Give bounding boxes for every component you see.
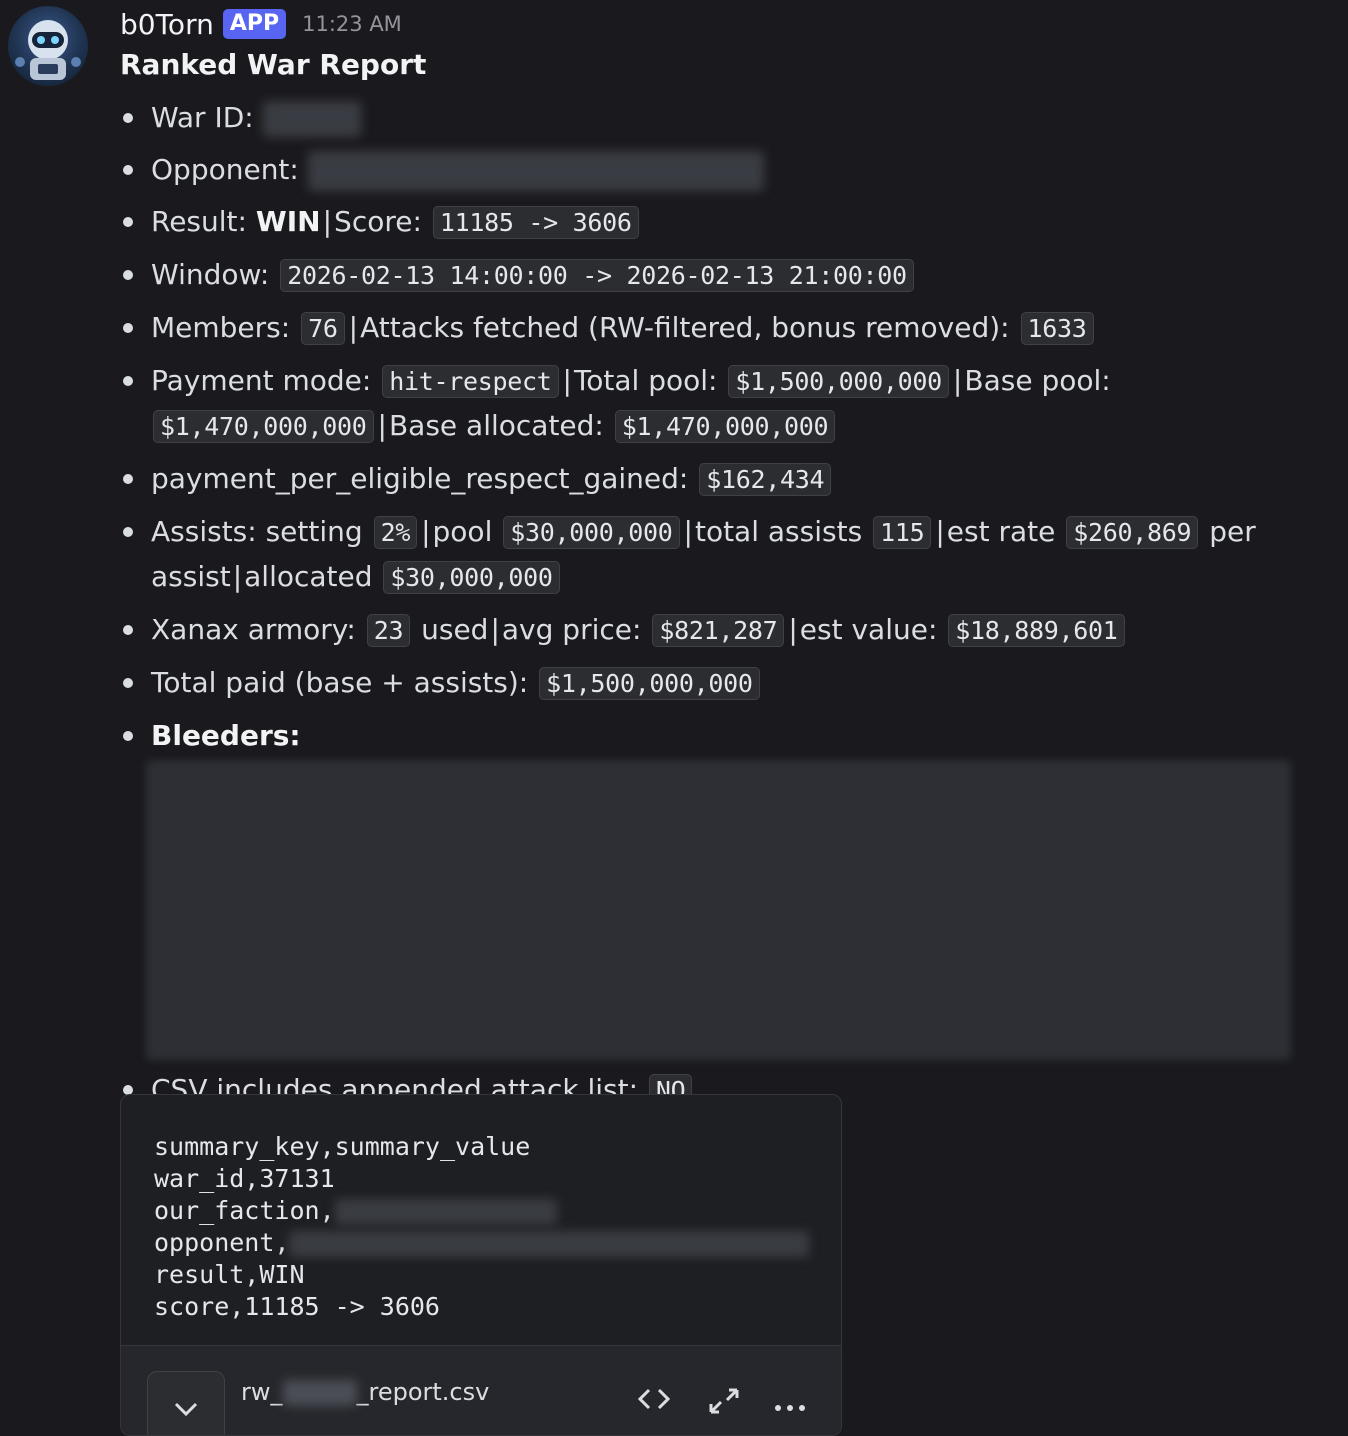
est-value-value: $18,889,601 <box>948 614 1125 647</box>
csv-preview-text: summary_key,summary_value war_id,37131 o… <box>154 1131 810 1323</box>
war-id-item: War ID: <box>120 96 1310 140</box>
allocated-value: $30,000,000 <box>383 561 560 594</box>
username[interactable]: b0Torn <box>120 8 214 41</box>
total-assists-value: 115 <box>873 516 932 549</box>
payment-per-respect-item: payment_per_eligible_respect_gained: $16… <box>120 457 1310 502</box>
bleeders-label: Bleeders: <box>151 719 301 752</box>
total-paid-item: Total paid (base + assists): $1,500,000,… <box>120 661 1310 706</box>
app-badge: APP <box>222 9 287 39</box>
xanax-item: Xanax armory: 23 used|avg price: $821,28… <box>120 608 1310 653</box>
bleeders-item: Bleeders: <box>120 714 1310 1060</box>
base-allocated-value: $1,470,000,000 <box>614 410 836 443</box>
more-icon[interactable] <box>773 1386 807 1423</box>
assists-pool-value: $30,000,000 <box>503 516 680 549</box>
base-pool-value: $1,470,000,000 <box>153 410 374 443</box>
chevron-down-icon[interactable] <box>147 1371 225 1435</box>
csv-attachment-preview[interactable]: summary_key,summary_value war_id,37131 o… <box>120 1094 842 1436</box>
redacted-opponent <box>307 151 764 191</box>
ppr-value: $162,434 <box>699 463 832 496</box>
message-header: b0Torn APP 11:23 AM <box>120 4 402 44</box>
report-title: Ranked War Report <box>120 48 427 81</box>
redacted-war-id <box>262 101 361 137</box>
members-value: 76 <box>301 312 345 345</box>
code-icon[interactable] <box>637 1386 671 1419</box>
est-rate-value: $260,869 <box>1066 516 1199 549</box>
redacted-faction <box>334 1199 557 1225</box>
attachment-bar: rw_ _report.csv <box>121 1345 841 1435</box>
redacted-filename-part <box>282 1380 357 1406</box>
window-item: Window: 2026-02-13 14:00:00 -> 2026-02-1… <box>120 253 1310 298</box>
bot-avatar[interactable] <box>8 6 88 86</box>
payment-item: Payment mode: hit-respect |Total pool: $1… <box>120 359 1310 449</box>
result-item: Result: WIN|Score: 11185 -> 3606 <box>120 200 1310 245</box>
payment-mode-value: hit-respect <box>382 365 559 398</box>
total-pool-value: $1,500,000,000 <box>728 365 949 398</box>
assists-setting-value: 2% <box>373 516 418 549</box>
report-list: War ID: Opponent: Result: WIN|Score: 111… <box>120 96 1310 1113</box>
window-value: 2026-02-13 14:00:00 -> 2026-02-13 21:00:… <box>280 259 914 292</box>
redacted-bleeders-list <box>146 760 1291 1060</box>
redacted-opponent-csv <box>289 1231 810 1257</box>
attachment-filename[interactable]: rw_ _report.csv <box>241 1378 489 1406</box>
total-paid-value: $1,500,000,000 <box>539 667 760 700</box>
assists-item: Assists: setting 2% |pool $30,000,000 |tot… <box>120 510 1310 600</box>
attacks-value: 1633 <box>1020 312 1094 345</box>
score-value: 11185 -> 3606 <box>432 206 639 239</box>
result-value: WIN <box>255 205 321 238</box>
timestamp[interactable]: 11:23 AM <box>302 12 402 36</box>
members-item: Members: 76 |Attacks fetched (RW-filtered… <box>120 306 1310 351</box>
robot-icon <box>15 20 81 80</box>
expand-icon[interactable] <box>707 1386 741 1423</box>
opponent-item: Opponent: <box>120 148 1310 192</box>
xanax-used-value: 23 <box>366 614 411 647</box>
avg-price-value: $821,287 <box>652 614 785 647</box>
